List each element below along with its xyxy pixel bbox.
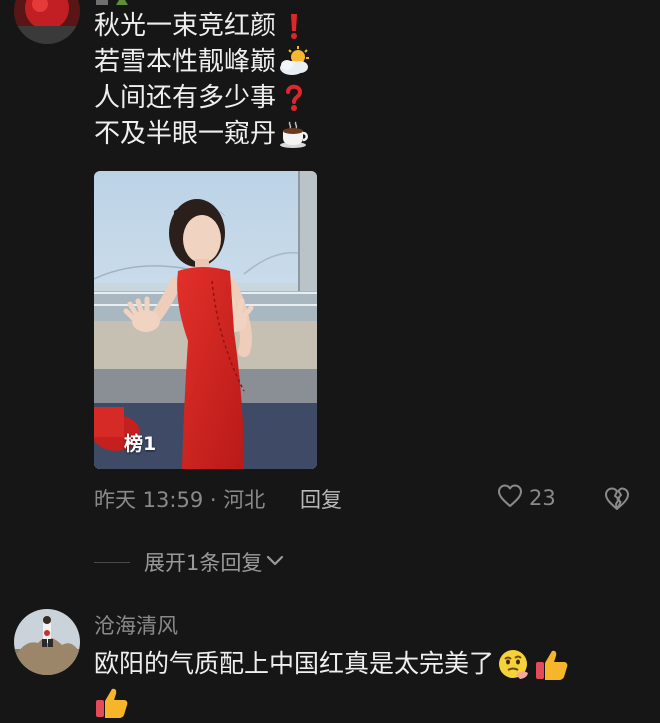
- avatar[interactable]: [14, 609, 80, 675]
- poem-text: 秋光一束竞红颜: [94, 11, 277, 41]
- thumbs-up-icon: [534, 647, 570, 683]
- thumbs-up-icon: [94, 685, 130, 721]
- coffee-cup-icon: [278, 118, 310, 150]
- poem-text: 不及半眼一窥丹: [94, 119, 277, 149]
- expand-replies-button[interactable]: 展开1条回复: [94, 547, 284, 577]
- chevron-down-icon: [266, 553, 284, 572]
- like-count: 23: [529, 486, 556, 510]
- poem-line: 若雪本性靓峰巅: [94, 44, 310, 80]
- thinking-face-icon: [496, 647, 532, 683]
- heart-icon: [497, 484, 523, 512]
- comment-body: 秋光一束竞红颜 若雪本性靓峰巅 人间还有多少事 不及半眼一窥丹: [94, 8, 310, 152]
- poem-text: 人间还有多少事: [94, 83, 277, 113]
- username[interactable]: 沧海清风: [94, 610, 178, 640]
- poem-line: 不及半眼一窥丹: [94, 116, 310, 152]
- reply-button[interactable]: 回复: [300, 484, 342, 514]
- comment-timestamp: 昨天 13:59 · 河北: [94, 488, 266, 512]
- photo-tag: 榜1: [124, 433, 157, 455]
- broken-heart-icon[interactable]: [604, 487, 630, 515]
- poem-text: 若雪本性靓峰巅: [94, 47, 277, 77]
- red-question-icon: [278, 82, 310, 114]
- avatar[interactable]: [14, 0, 80, 44]
- sun-behind-cloud-icon: [278, 46, 310, 78]
- comment-photo[interactable]: 榜1: [94, 171, 317, 469]
- comment-text: 欧阳的气质配上中国红真是太完美了: [94, 649, 495, 678]
- poem-line: 人间还有多少事: [94, 80, 310, 116]
- like-button[interactable]: 23: [497, 484, 556, 512]
- divider: [94, 561, 130, 563]
- comment-body: 欧阳的气质配上中国红真是太完美了: [94, 645, 634, 721]
- expand-replies-label: 展开1条回复: [144, 551, 263, 575]
- poem-line: 秋光一束竞红颜: [94, 8, 310, 44]
- red-exclamation-icon: [278, 10, 310, 42]
